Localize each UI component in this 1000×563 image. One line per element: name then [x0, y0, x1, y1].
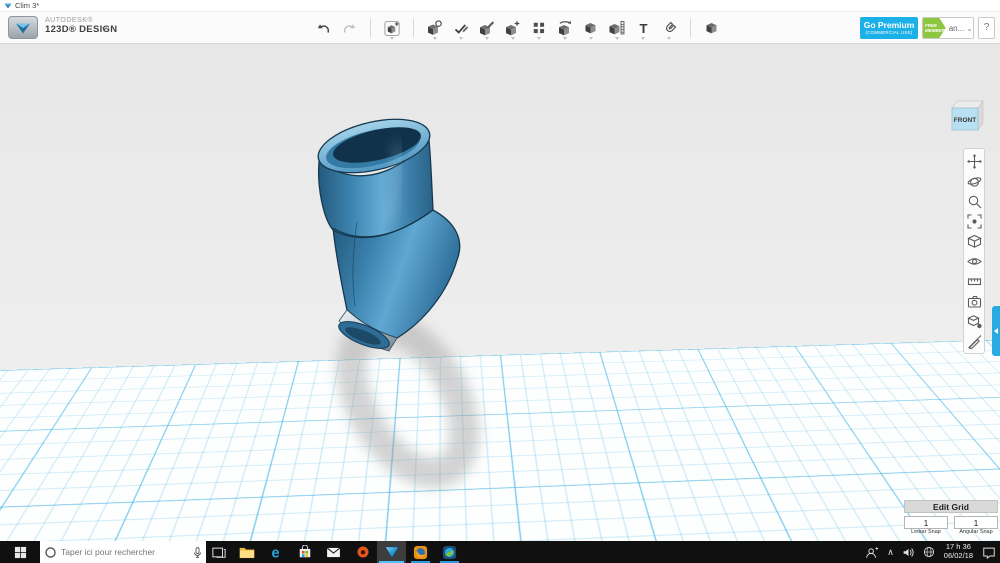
grouping-button[interactable]: [554, 16, 576, 40]
free-member-badge: FREE MEMBER: [923, 18, 946, 38]
toggle-sketches-button[interactable]: [964, 331, 984, 351]
construct-button[interactable]: [476, 16, 498, 40]
undo-button[interactable]: [312, 16, 334, 40]
units-button[interactable]: [964, 271, 984, 291]
dropdown-caret-icon: [615, 37, 619, 40]
taskbar-apps: e: [232, 541, 464, 563]
dropdown-caret-icon: [485, 37, 489, 40]
taskbar-app-orange-ring-app[interactable]: [348, 541, 377, 563]
linear-snap-label: Linear Snap: [904, 529, 948, 535]
start-button[interactable]: [0, 541, 40, 563]
view-cube[interactable]: FRONT: [944, 94, 988, 140]
main-menu-chevron-icon[interactable]: ⌄: [100, 20, 109, 33]
window-titlebar: Clim 3*: [0, 0, 1000, 12]
pattern-button[interactable]: [528, 16, 550, 40]
zoom-button[interactable]: [964, 191, 984, 211]
edit-grid-panel: Edit Grid Linear Snap Angular Snap: [904, 500, 998, 535]
taskbar-app-edge-browser[interactable]: e: [261, 541, 290, 563]
search-input[interactable]: [61, 547, 189, 557]
task-view-icon: [212, 546, 226, 559]
dropdown-caret-icon: [563, 37, 567, 40]
parts-drawer-handle[interactable]: [992, 306, 1000, 356]
screenshot-button[interactable]: [964, 291, 984, 311]
hidden-icons-chevron[interactable]: ∧: [883, 541, 898, 563]
dropdown-caret-icon: [511, 37, 515, 40]
visibility-button[interactable]: [964, 251, 984, 271]
go-premium-label: Go Premium: [860, 20, 918, 30]
commercial-use-label: (COMMERCIAL USE): [860, 30, 918, 35]
orbit-button[interactable]: [964, 171, 984, 191]
task-view-button[interactable]: [206, 541, 232, 563]
dropdown-caret-icon: [589, 37, 593, 40]
insert-primitives-button[interactable]: [381, 16, 403, 40]
3d-viewport[interactable]: FRONT Edit Grid Linear Snap Angular Snap: [0, 44, 1000, 541]
cortana-icon: [44, 546, 57, 559]
windows-taskbar: e ∧ 17 h 36 06/02/18: [0, 541, 1000, 563]
pan-button[interactable]: [964, 151, 984, 171]
pipe-elbow-model[interactable]: [313, 110, 460, 354]
toolbar-separator: [690, 19, 691, 37]
help-button[interactable]: ?: [978, 17, 995, 39]
combine-button[interactable]: [580, 16, 602, 40]
dropdown-caret-icon: [459, 37, 463, 40]
dropdown-caret-icon: [641, 37, 645, 40]
taskbar-app-mail[interactable]: [319, 541, 348, 563]
taskbar-search[interactable]: [40, 541, 206, 563]
view-settings-button[interactable]: [964, 231, 984, 251]
dropdown-caret-icon: [390, 37, 394, 40]
app-logo[interactable]: [8, 16, 38, 39]
system-tray: ∧ 17 h 36 06/02/18: [861, 541, 1000, 563]
clock[interactable]: 17 h 36 06/02/18: [939, 543, 978, 560]
taskbar-app-microsoft-store[interactable]: [290, 541, 319, 563]
account-chevron-icon: ⌄: [966, 24, 973, 33]
viewcube-front-label: FRONT: [954, 117, 976, 124]
snap-button[interactable]: [658, 16, 680, 40]
navigation-toolbar: [963, 148, 985, 354]
scene: [0, 44, 1000, 541]
go-premium-button[interactable]: Go Premium (COMMERCIAL USE): [860, 17, 918, 39]
volume-icon[interactable]: [898, 541, 919, 563]
transform-button[interactable]: [424, 16, 446, 40]
123d-triangle-icon: [14, 20, 32, 36]
svg-text:e: e: [271, 545, 279, 560]
fit-button[interactable]: [964, 211, 984, 231]
dropdown-caret-icon: [537, 37, 541, 40]
taskbar-app-orange-blue-app[interactable]: [406, 541, 435, 563]
network-icon[interactable]: [919, 541, 939, 563]
toolbar-separator: [413, 19, 414, 37]
app-header: AUTODESK® 123D® DESIGN ⌄ T Go Premium (C…: [0, 12, 1000, 44]
membership-button[interactable]: FREE MEMBER an... ⌄: [922, 17, 974, 39]
account-name: an...: [949, 24, 965, 33]
edit-grid-button[interactable]: Edit Grid: [904, 500, 998, 513]
taskbar-app-123d-design[interactable]: [377, 541, 406, 563]
sketch-button[interactable]: [450, 16, 472, 40]
main-toolbar: T: [312, 14, 723, 42]
windows-logo-icon: [14, 546, 27, 559]
redo-button[interactable]: [338, 16, 360, 40]
taskbar-app-green-blue-app[interactable]: [435, 541, 464, 563]
microphone-icon[interactable]: [193, 546, 202, 559]
toolbar-separator: [370, 19, 371, 37]
modify-button[interactable]: [502, 16, 524, 40]
svg-text:T: T: [639, 21, 647, 36]
angular-snap-input[interactable]: [954, 516, 998, 529]
linear-snap-input[interactable]: [904, 516, 948, 529]
app-window-icon: [4, 2, 12, 10]
taskbar-app-file-explorer[interactable]: [232, 541, 261, 563]
text-button[interactable]: T: [632, 16, 654, 40]
material-browser-button[interactable]: [964, 311, 984, 331]
dropdown-caret-icon: [433, 37, 437, 40]
material-button[interactable]: [701, 16, 723, 40]
window-title: Clim 3*: [15, 1, 39, 10]
dropdown-caret-icon: [667, 37, 671, 40]
action-center-icon[interactable]: [978, 541, 1000, 563]
measure-button[interactable]: [606, 16, 628, 40]
angular-snap-label: Angular Snap: [954, 529, 998, 535]
people-icon[interactable]: [861, 541, 883, 563]
clock-date: 06/02/18: [944, 552, 973, 561]
